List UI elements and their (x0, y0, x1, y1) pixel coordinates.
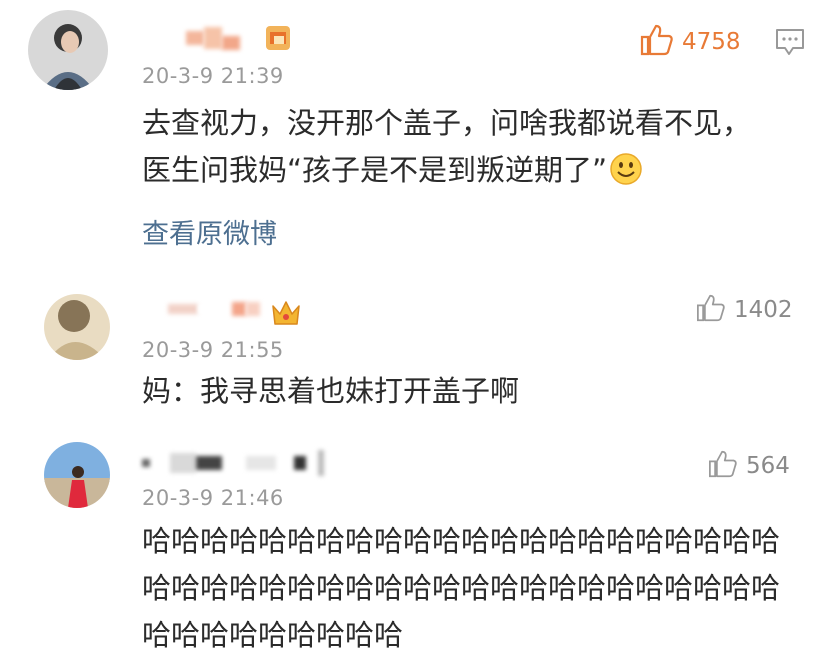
comment-text: 哈哈哈哈哈哈哈哈哈哈哈哈哈哈哈哈哈哈哈哈哈哈 哈哈哈哈哈哈哈哈哈哈哈哈哈哈哈哈哈… (142, 518, 827, 659)
like-button[interactable]: 564 (708, 450, 790, 482)
comment-reply-icon[interactable] (775, 28, 805, 60)
like-button[interactable]: 1402 (696, 294, 793, 326)
comment-text: 妈：我寻思着也妹打开盖子啊 (142, 374, 520, 408)
like-count: 564 (746, 453, 790, 479)
comment-text-line: 医生问我妈“孩子是不是到叛逆期了” (142, 147, 787, 200)
like-button[interactable]: 4758 (640, 24, 741, 60)
comment-text: 去查视力，没开那个盖子，问啥我都说看不见， 医生问我妈“孩子是不是到叛逆期了” (142, 100, 787, 200)
comment-3: 20-3-9 21:46 564 哈哈哈哈哈哈哈哈哈哈哈哈哈哈哈哈哈哈哈哈哈哈 … (0, 430, 827, 652)
thumbs-up-icon (708, 450, 738, 482)
crown-badge-icon (270, 298, 302, 332)
thumbs-up-icon (696, 294, 726, 326)
comment-2: 20-3-9 21:55 1402 妈：我寻思着也妹打开盖子啊 (0, 280, 827, 430)
vip-badge-icon (264, 24, 292, 56)
comment-text-line: 哈哈哈哈哈哈哈哈哈 (142, 618, 404, 652)
username-blurred[interactable] (142, 450, 324, 476)
comment-text-line: 哈哈哈哈哈哈哈哈哈哈哈哈哈哈哈哈哈哈哈哈哈哈 (142, 571, 781, 605)
view-original-link[interactable]: 查看原微博 (142, 212, 277, 251)
username-blurred[interactable] (186, 26, 240, 50)
comment-text-line: 哈哈哈哈哈哈哈哈哈哈哈哈哈哈哈哈哈哈哈哈哈哈 (142, 524, 781, 558)
comment-date: 20-3-9 21:39 (142, 64, 284, 88)
comment-date: 20-3-9 21:46 (142, 486, 284, 510)
avatar[interactable] (44, 442, 110, 508)
avatar[interactable] (28, 10, 108, 90)
comment-date: 20-3-9 21:55 (142, 338, 284, 362)
username-blurred[interactable] (168, 302, 260, 316)
smile-emoji (609, 152, 643, 200)
comment-1: 20-3-9 21:39 4758 去查视力，没开那个盖子，问啥我都说看不见， … (0, 0, 827, 270)
like-count: 4758 (682, 29, 741, 55)
thumbs-up-icon (640, 24, 674, 60)
like-count: 1402 (734, 297, 793, 323)
avatar[interactable] (44, 294, 110, 360)
comment-text-line: 去查视力，没开那个盖子，问啥我都说看不见， (142, 106, 752, 140)
